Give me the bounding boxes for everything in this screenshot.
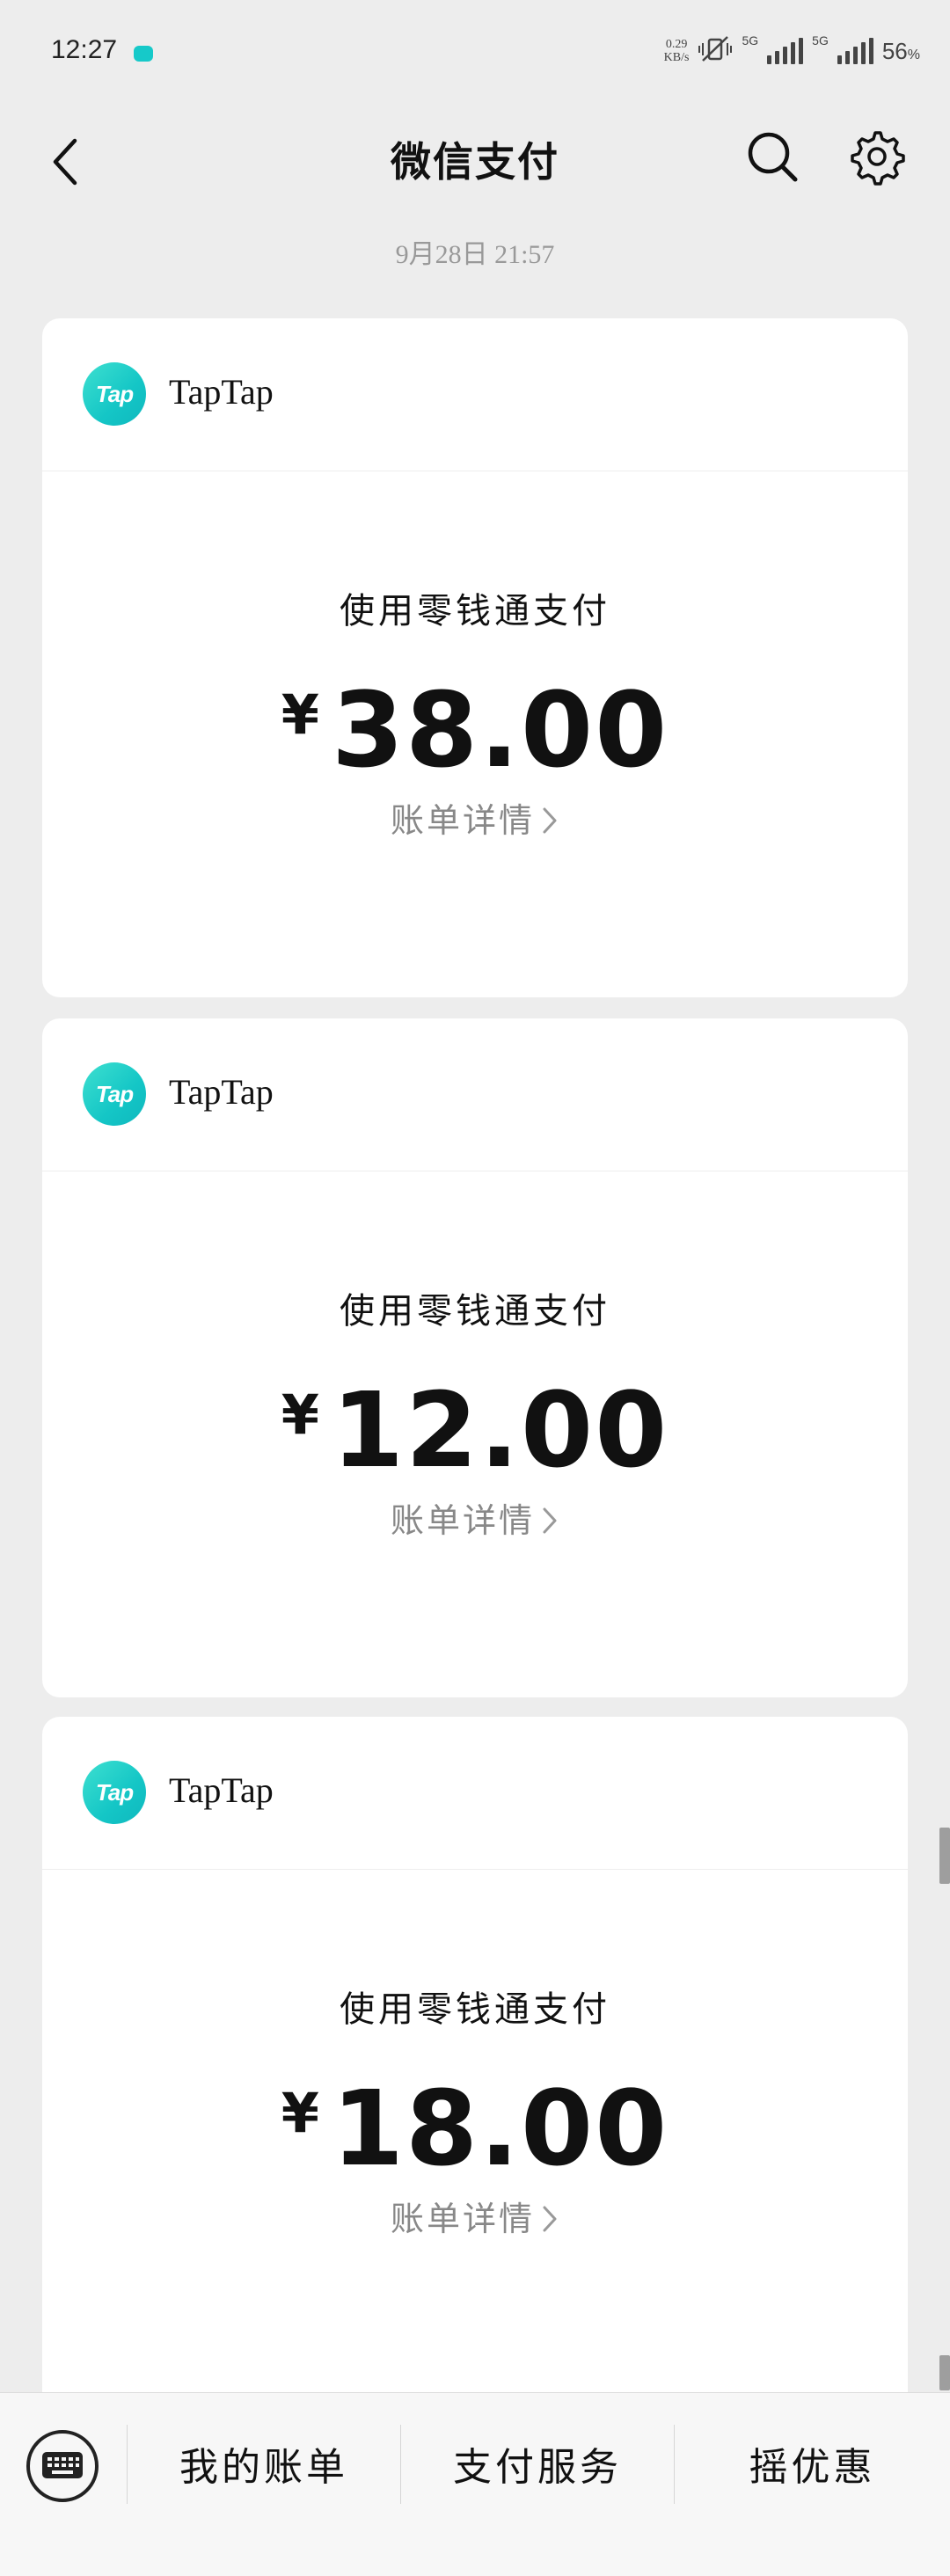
bottom-menu-bar: 我的账单 支付服务 摇优惠 [0,2392,950,2576]
network-speed: 0.29 KB/s [664,38,690,64]
payment-method: 使用零钱通支付 [340,1291,610,1332]
amount-value: 38.00 [331,669,669,791]
bill-detail-link[interactable]: 账单详情 [42,793,908,843]
payment-card-header: Tap TapTap [42,1717,908,1870]
chevron-right-icon [540,2203,559,2242]
payment-card-header: Tap TapTap [42,1018,908,1171]
payment-amount: ¥ 18.00 [42,2067,908,2190]
payment-card[interactable]: Tap TapTap 使用零钱通支付 ¥ 38.00 账单详情 [42,318,908,997]
status-indicators: 0.29 KB/s 5G 5G 56% [664,32,920,70]
payment-amount: ¥ 12.00 [42,1368,908,1492]
scrollbar-thumb[interactable] [939,2355,950,2390]
payment-amount: ¥ 38.00 [42,668,908,792]
message-date: 9月28日 21:57 [395,240,555,269]
scrollbar-thumb[interactable] [939,1828,950,1884]
bill-detail-label: 账单详情 [390,2200,535,2238]
bill-detail-label: 账单详情 [390,801,535,840]
currency-symbol: ¥ [281,2080,319,2145]
currency-symbol: ¥ [281,1382,319,1447]
taptap-logo-icon: Tap [83,1761,146,1824]
settings-button[interactable] [841,123,911,190]
mute-vibrate-icon [698,34,733,68]
page-title: 微信支付 [391,138,559,186]
logo-text: Tap [95,380,134,407]
payment-card[interactable]: Tap TapTap 使用零钱通支付 ¥ 12.00 账单详情 [42,1018,908,1697]
search-icon [748,132,798,182]
tab-shake-offers[interactable]: 摇优惠 [675,2393,950,2534]
title-bar: 微信支付 [0,106,950,220]
bill-detail-label: 账单详情 [390,1501,535,1540]
status-bar: 12:27 0.29 KB/s 5G 5G 56% [0,0,950,106]
status-time: 12:27 [51,35,118,64]
payment-method: 使用零钱通支付 [340,1989,610,2030]
amount-value: 18.00 [331,2068,669,2189]
amount-value: 12.00 [331,1369,669,1491]
tab-my-bills[interactable]: 我的账单 [128,2393,400,2534]
keyboard-toggle-button[interactable] [26,2430,99,2502]
payment-method: 使用零钱通支付 [340,591,610,631]
payment-card-header: Tap TapTap [42,318,908,471]
search-button[interactable] [739,123,806,190]
signal-2-icon [837,38,873,64]
battery-unit: % [907,47,920,62]
taptap-logo-icon: Tap [83,362,146,426]
chevron-right-icon [540,1505,559,1543]
gear-icon [851,131,905,186]
currency-symbol: ¥ [281,682,319,747]
payment-card[interactable]: Tap TapTap 使用零钱通支付 ¥ 18.00 账单详情 [42,1717,908,2392]
merchant-name: TapTap [169,372,274,412]
wechat-pay-screen: 12:27 0.29 KB/s 5G 5G 56% 微信支付 9月28日 21:… [0,0,950,2576]
taptap-notification-icon [134,46,153,62]
merchant-name: TapTap [169,1072,274,1112]
keyboard-icon [42,2452,83,2478]
chevron-right-icon [540,805,559,843]
taptap-logo-icon: Tap [83,1062,146,1126]
merchant-name: TapTap [169,1770,274,1810]
logo-text: Tap [95,1080,134,1107]
signal-1-label: 5G [742,33,759,47]
network-speed-unit: KB/s [663,51,690,64]
battery-level: 56% [882,38,920,65]
signal-1-icon [767,38,804,64]
bill-detail-link[interactable]: 账单详情 [42,1493,908,1543]
network-speed-value: 0.29 [665,38,688,51]
signal-2-label: 5G [812,33,829,47]
bill-detail-link[interactable]: 账单详情 [42,2192,908,2242]
tab-payment-services[interactable]: 支付服务 [401,2393,674,2534]
battery-value: 56 [881,37,908,64]
logo-text: Tap [95,1778,134,1806]
